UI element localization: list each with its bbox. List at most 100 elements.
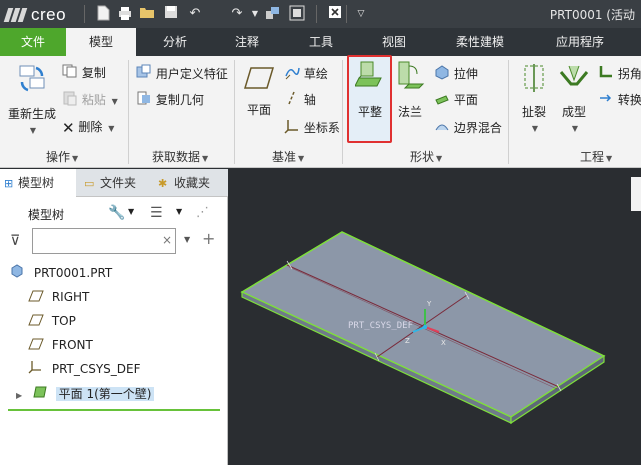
insert-here-marker[interactable] xyxy=(8,409,220,411)
boundary-blend-button[interactable]: 边界混合 xyxy=(434,118,502,136)
redo-icon[interactable]: ↷ xyxy=(228,5,246,23)
regenerate-label: 重新生成 xyxy=(7,107,56,121)
paste-icon xyxy=(62,90,78,111)
rip-label: 扯裂 xyxy=(521,105,546,119)
filter-funnel-icon: ⊽ xyxy=(10,233,21,249)
paste-button[interactable]: 粘贴 ▼ xyxy=(62,90,118,108)
save-icon[interactable] xyxy=(162,5,180,23)
convert-label: 转换 xyxy=(617,93,641,107)
delete-dropdown-icon[interactable]: ▼ xyxy=(108,124,114,133)
planar-label: 平整 xyxy=(357,105,382,119)
delete-button[interactable]: ✕ 删除 ▼ xyxy=(62,118,114,137)
creo-logo: creo xyxy=(3,5,66,25)
datum-plane-label: 平面 xyxy=(246,103,271,117)
csys-button[interactable]: 坐标系 xyxy=(284,118,340,136)
sketch-button[interactable]: 草绘 xyxy=(284,64,328,82)
paste-label: 粘贴 xyxy=(81,93,106,107)
title-bar: creo ↶ ↷ ▼ ▽ PRT0001 (活动 xyxy=(0,0,641,28)
tab-model[interactable]: 模型 xyxy=(66,28,136,56)
axis-label: 轴 xyxy=(303,93,316,107)
tree-settings-icon[interactable]: 🔧 xyxy=(108,205,125,221)
favorites-icon: ✱ xyxy=(158,177,168,190)
redo-dropdown-icon[interactable]: ▼ xyxy=(246,5,264,23)
tree-item-planar-wall[interactable]: ▶ 平面 1(第一个壁) xyxy=(16,384,155,406)
tree-search-input[interactable] xyxy=(32,228,176,254)
search-dropdown-icon[interactable]: ▼ xyxy=(184,235,190,244)
ribbon: 重新生成 ▼ 复制 粘贴 ▼ ✕ 删除 ▼ 操作 ▼ 用户定义特征 复制几何 获取… xyxy=(0,56,641,168)
tree-filter-toggle-icon[interactable]: ⋰ xyxy=(196,205,209,220)
flange-label: 法兰 xyxy=(397,105,422,119)
copy-geometry-button[interactable]: 复制几何 xyxy=(136,90,204,108)
undo-icon[interactable]: ↶ xyxy=(186,5,204,23)
tree-item-front[interactable]: FRONT xyxy=(28,335,93,355)
regenerate-dropdown-icon[interactable]: ▼ xyxy=(30,126,36,135)
get-data-group-label[interactable]: 获取数据 ▼ xyxy=(152,148,208,165)
tree-item-right[interactable]: RIGHT xyxy=(28,287,89,307)
tab-flexible-modeling[interactable]: 柔性建模 xyxy=(440,28,520,56)
copy-button[interactable]: 复制 xyxy=(62,64,106,82)
tree-columns-dropdown-icon[interactable]: ▼ xyxy=(176,207,182,216)
panel-tabs: ⊞ 模型树 ▭ 文件夹 ✱ 收藏夹 xyxy=(0,169,228,197)
close-window-icon[interactable] xyxy=(326,5,344,23)
udf-icon xyxy=(136,64,152,85)
copy-geometry-icon xyxy=(136,90,152,111)
axis-button[interactable]: 轴 xyxy=(284,90,316,108)
tree-item-part[interactable]: PRT0001.PRT xyxy=(10,263,112,283)
tree-settings-dropdown-icon[interactable]: ▼ xyxy=(128,207,134,216)
engineering-group-label[interactable]: 工程 ▼ xyxy=(580,148,612,165)
operations-group-label[interactable]: 操作 ▼ xyxy=(46,148,78,165)
add-filter-icon[interactable]: + xyxy=(202,229,215,248)
tree-columns-icon[interactable]: ☰ xyxy=(150,205,163,221)
new-file-icon[interactable] xyxy=(94,5,112,23)
tab-applications[interactable]: 应用程序 xyxy=(540,28,620,56)
datum-plane-icon xyxy=(28,312,48,332)
udf-button[interactable]: 用户定义特征 xyxy=(136,64,228,82)
convert-button[interactable]: 转换 xyxy=(598,90,641,108)
tab-file[interactable]: 文件 xyxy=(0,28,66,56)
tree-item-top[interactable]: TOP xyxy=(28,311,76,331)
shapes-group-label[interactable]: 形状 ▼ xyxy=(410,148,442,165)
tab-annotate[interactable]: 注释 xyxy=(214,28,280,56)
tab-folder-browser[interactable]: ▭ 文件夹 xyxy=(80,169,150,197)
print-icon[interactable] xyxy=(116,5,134,23)
clear-search-icon[interactable]: × xyxy=(162,233,172,247)
tab-model-tree[interactable]: ⊞ 模型树 xyxy=(0,169,76,197)
planar-button-overlay[interactable]: 平整 xyxy=(350,58,390,120)
tab-view[interactable]: 视图 xyxy=(362,28,426,56)
tree-item-csys[interactable]: PRT_CSYS_DEF xyxy=(28,359,141,379)
regenerate-button[interactable]: 重新生成 ▼ xyxy=(4,62,60,136)
delete-icon: ✕ xyxy=(62,118,75,137)
rip-dropdown-icon[interactable]: ▼ xyxy=(532,124,538,133)
axis-y-label: Y xyxy=(426,300,432,308)
group-divider xyxy=(128,60,129,164)
form-dropdown-icon[interactable]: ▼ xyxy=(572,124,578,133)
open-folder-icon[interactable] xyxy=(138,5,156,23)
part-model[interactable]: PRT_CSYS_DEF Y X Z xyxy=(229,169,641,465)
customize-toolbar-icon[interactable]: ▽ xyxy=(352,5,370,23)
windows-icon[interactable] xyxy=(288,5,306,23)
rip-button[interactable]: 扯裂 ▼ xyxy=(514,62,554,134)
flange-button[interactable]: 法兰 xyxy=(392,58,428,120)
tab-favorites[interactable]: ✱ 收藏夹 xyxy=(154,169,228,197)
copy-icon xyxy=(62,64,78,83)
shape-plane-button[interactable]: 平面 xyxy=(434,90,478,108)
axis-z-label: Z xyxy=(405,337,410,345)
tab-analysis[interactable]: 分析 xyxy=(140,28,210,56)
expand-arrow-icon[interactable]: ▶ xyxy=(16,386,28,406)
graphics-viewport[interactable]: PRT_CSYS_DEF Y X Z xyxy=(229,169,641,465)
datum-plane-icon xyxy=(28,336,48,356)
ribbon-tabs: 文件 模型 分析 注释 工具 视图 柔性建模 应用程序 xyxy=(0,28,641,56)
csys-label: PRT_CSYS_DEF xyxy=(348,321,413,331)
creo-logo-icon xyxy=(3,7,28,23)
datum-group-label[interactable]: 基准 ▼ xyxy=(272,148,304,165)
corner-button[interactable]: 拐角 xyxy=(598,64,641,82)
shape-plane-icon xyxy=(434,90,450,111)
paste-dropdown-icon[interactable]: ▼ xyxy=(112,97,118,106)
form-button[interactable]: 成型 ▼ xyxy=(554,62,594,134)
regenerate-quick-icon[interactable] xyxy=(264,5,282,23)
extrude-button[interactable]: 拉伸 xyxy=(434,64,478,82)
tab-tools[interactable]: 工具 xyxy=(288,28,354,56)
copy-geometry-label: 复制几何 xyxy=(155,93,204,107)
datum-plane-button[interactable]: 平面 xyxy=(240,64,278,118)
shape-plane-label: 平面 xyxy=(453,93,478,107)
